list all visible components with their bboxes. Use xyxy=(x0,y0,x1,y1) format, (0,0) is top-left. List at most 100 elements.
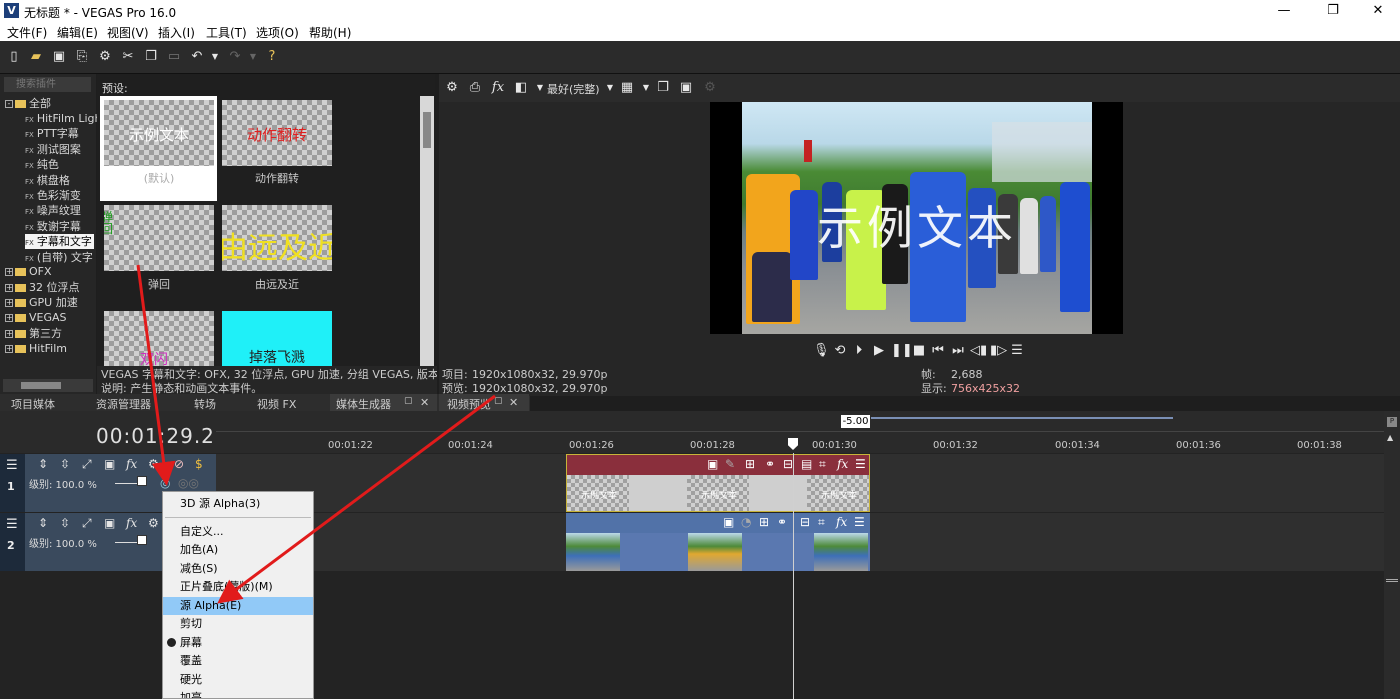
loop-icon[interactable]: ⟲ xyxy=(832,343,848,359)
tree-item-checkerboard[interactable]: FX 棋盘格 xyxy=(25,173,70,188)
copy-icon[interactable]: ❐ xyxy=(143,49,159,65)
track-1-lane[interactable]: 示例文本 示例文本 示例文本 ▣ ✎ ⊞ ⚭ ⊟ ▤ ⌗ fx ☰ xyxy=(216,454,1384,512)
video-clip[interactable]: ▣ ◔ ⊞ ⚭ ⊟ ⌗ fx ☰ xyxy=(566,513,870,571)
save-snapshot-icon[interactable]: ▣ xyxy=(678,80,694,96)
paste-icon[interactable]: ▭ xyxy=(166,49,182,65)
minimize-button[interactable]: — xyxy=(1264,2,1304,20)
preview-device-icon[interactable]: ⎙ xyxy=(467,80,483,96)
help-icon[interactable]: ? xyxy=(264,49,280,65)
menu-item-hard-light[interactable]: 硬光 xyxy=(163,671,313,689)
clip-edit-icon[interactable]: ✎ xyxy=(725,457,735,471)
clip-fx-icon[interactable]: fx xyxy=(836,515,847,529)
split-dropdown-icon[interactable]: ▼ xyxy=(532,80,548,96)
scroll-grip-icon[interactable] xyxy=(1386,579,1398,582)
clip-menu-icon[interactable]: ☰ xyxy=(854,515,865,529)
preset-thumbnail[interactable]: 双闪 xyxy=(104,311,214,366)
menu-insert[interactable]: 插入(I) xyxy=(158,24,195,41)
tree-item-hitfilm[interactable]: + HitFilm xyxy=(5,341,67,356)
overlays-grid-icon[interactable]: ▦ xyxy=(619,80,635,96)
clip-motion-icon[interactable]: ⚭ xyxy=(765,457,775,471)
clip-envelope-icon[interactable]: ▤ xyxy=(801,457,812,471)
preview-properties-gear-icon[interactable]: ⚙ xyxy=(444,80,460,96)
new-file-icon[interactable]: ▯ xyxy=(6,49,22,65)
split-screen-icon[interactable]: ◧ xyxy=(513,80,529,96)
timeline-vertical-scrollbar[interactable]: P ▲ xyxy=(1384,411,1400,699)
clip-crop-icon[interactable]: ⌗ xyxy=(818,515,825,530)
plugin-search-input[interactable]: 搜索插件 xyxy=(4,77,91,92)
track-fx-icon[interactable]: fx xyxy=(126,516,137,530)
tree-item-gpu[interactable]: + GPU 加速 xyxy=(5,295,78,310)
menu-file[interactable]: 文件(F) xyxy=(7,24,47,41)
collapse-icon[interactable]: - xyxy=(5,100,13,108)
clip-lock-icon[interactable]: ⊟ xyxy=(783,457,793,471)
settings-gear-icon[interactable]: ⚙ xyxy=(97,49,113,65)
menu-item-multiply[interactable]: 正片叠底(蒙版)(M) xyxy=(163,578,313,596)
tree-horizontal-scrollbar[interactable] xyxy=(3,379,93,392)
clip-pan-crop-icon[interactable]: ▣ xyxy=(723,515,734,529)
menu-help[interactable]: 帮助(H) xyxy=(309,24,351,41)
tree-item-ptt[interactable]: FX PTT字幕 xyxy=(25,126,79,141)
tree-item-credits[interactable]: FX 致谢字幕 xyxy=(25,219,81,234)
track-sort-icon[interactable]: ⇳ xyxy=(60,457,70,471)
scroll-p-icon[interactable]: P xyxy=(1387,417,1397,427)
track-gear-icon[interactable]: ⚙ xyxy=(148,516,159,530)
open-folder-icon[interactable]: ▰ xyxy=(28,49,44,65)
expand-icon[interactable]: + xyxy=(5,330,13,338)
menu-item-3d-source-alpha[interactable]: 3D 源 Alpha(3) xyxy=(163,495,313,513)
external-monitor-icon[interactable]: ⚙ xyxy=(702,80,718,96)
track-motion-icon[interactable]: ⇕ xyxy=(38,457,48,471)
tab-float-icon[interactable]: ▢ xyxy=(494,396,503,406)
track-fx-icon[interactable]: fx xyxy=(126,457,137,471)
go-to-start-icon[interactable]: ⏮ xyxy=(930,343,946,359)
menu-item-overlay[interactable]: 覆盖 xyxy=(163,652,313,670)
undo-icon[interactable]: ↶ xyxy=(189,49,205,65)
tab-transitions[interactable]: 转场 xyxy=(194,396,216,412)
tree-item-noise-texture[interactable]: FX 噪声纹理 xyxy=(25,203,81,218)
preset-thumbnail[interactable]: 掉落飞溅 xyxy=(222,311,332,366)
playback-rate[interactable]: -5.00 xyxy=(841,415,870,428)
presets-scrollbar[interactable] xyxy=(420,96,434,366)
tree-item-vegas[interactable]: + VEGAS xyxy=(5,310,67,325)
play-from-start-icon[interactable]: ⏵ xyxy=(851,343,867,359)
tree-item-ofx[interactable]: + OFX xyxy=(5,264,52,279)
transport-menu-icon[interactable]: ☰ xyxy=(1009,343,1025,359)
preview-quality-select[interactable]: 最好(完整) xyxy=(547,81,600,97)
next-frame-icon[interactable]: ▮▷ xyxy=(990,343,1007,359)
expand-icon[interactable]: + xyxy=(5,299,13,307)
track-expand-icon[interactable]: ⤢ xyxy=(82,516,92,531)
cut-icon[interactable]: ✂ xyxy=(120,49,136,65)
tree-item-color-gradient[interactable]: FX 色彩渐变 xyxy=(25,188,81,203)
tree-item-all[interactable]: - 全部 xyxy=(5,96,51,111)
tab-close-icon[interactable]: ✕ xyxy=(509,396,518,409)
redo-dropdown-icon[interactable]: ▼ xyxy=(245,49,261,65)
tab-explorer[interactable]: 资源管理器 xyxy=(96,396,151,412)
menu-item-dodge[interactable]: 加亮 xyxy=(163,689,313,698)
menu-item-add[interactable]: 加色(A) xyxy=(163,541,313,559)
clip-pan-crop-icon[interactable]: ▣ xyxy=(707,457,718,471)
clip-lock-icon[interactable]: ⊟ xyxy=(800,515,810,529)
preset-thumbnail[interactable]: 动作翻转 xyxy=(222,100,332,166)
tree-item-hitfilm-light[interactable]: FX HitFilm Ligh xyxy=(25,111,101,126)
clip-generator-icon[interactable]: ⊞ xyxy=(759,515,769,529)
menu-item-screen[interactable]: 屏幕 xyxy=(163,634,313,652)
tab-video-fx[interactable]: 视频 FX xyxy=(257,396,296,412)
previous-frame-icon[interactable]: ◁▮ xyxy=(970,343,987,359)
expand-icon[interactable]: + xyxy=(5,345,13,353)
menu-item-source-alpha[interactable]: 源 Alpha(E) xyxy=(163,597,313,615)
clip-menu-icon[interactable]: ☰ xyxy=(855,457,866,471)
track-expand-icon[interactable]: ⤢ xyxy=(82,457,92,472)
preset-thumbnail[interactable]: 由远及近 xyxy=(222,205,332,271)
menu-options[interactable]: 选项(O) xyxy=(256,24,299,41)
expand-icon[interactable]: + xyxy=(5,284,13,292)
tree-item-legacy-text[interactable]: FX (自带) 文字 xyxy=(25,250,93,265)
close-button[interactable]: ✕ xyxy=(1358,2,1398,20)
record-mic-icon[interactable]: 🎙 xyxy=(813,343,830,359)
play-icon[interactable]: ▶ xyxy=(871,343,887,359)
menu-edit[interactable]: 编辑(E) xyxy=(57,24,98,41)
tree-item-32bit[interactable]: +32 位浮点 xyxy=(5,280,80,295)
preset-thumbnail[interactable]: 弹回 xyxy=(104,205,214,271)
menu-view[interactable]: 视图(V) xyxy=(107,24,149,41)
tab-media-generators[interactable]: 媒体生成器 xyxy=(336,396,391,412)
clip-crop-icon[interactable]: ⌗ xyxy=(819,457,826,472)
maximize-button[interactable]: ❐ xyxy=(1313,2,1353,20)
